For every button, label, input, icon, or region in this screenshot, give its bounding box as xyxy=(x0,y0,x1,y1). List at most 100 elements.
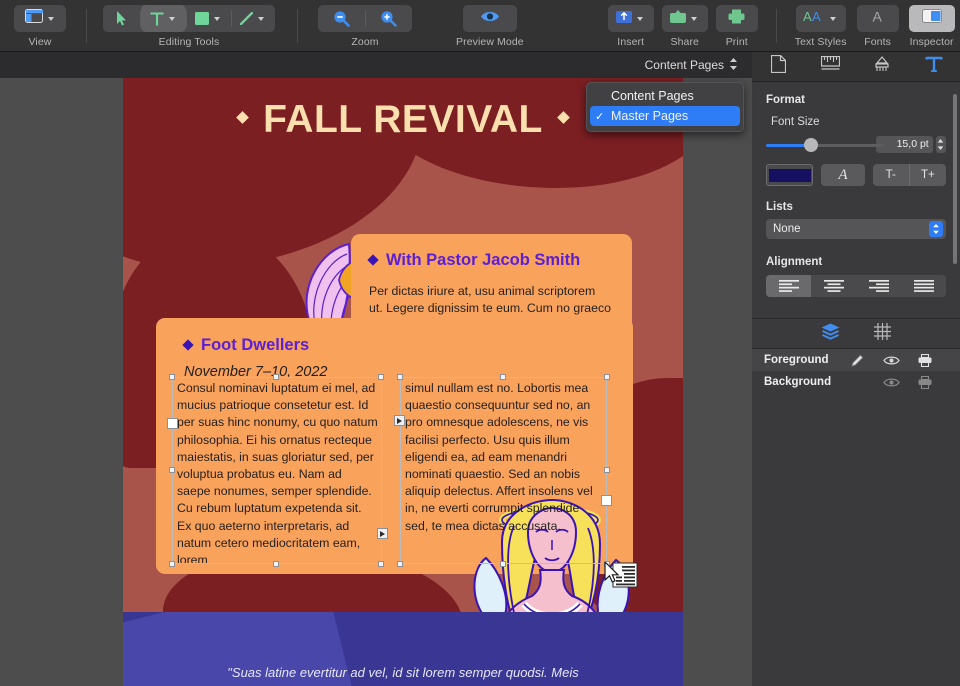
inspector-tab-text[interactable] xyxy=(917,55,951,79)
grid-icon xyxy=(874,322,891,344)
alignment-group xyxy=(766,275,946,297)
pastor-card-heading: With Pastor Jacob Smith xyxy=(386,251,581,269)
zoom-out-icon[interactable] xyxy=(318,5,365,32)
italic-button[interactable]: A xyxy=(821,164,865,186)
preview-mode-button[interactable] xyxy=(462,5,517,32)
chevron-down-icon xyxy=(47,16,54,21)
layer-row-background[interactable]: Background xyxy=(752,371,960,393)
fonts-icon: A xyxy=(871,9,885,28)
page-selector-label: Content Pages xyxy=(644,58,724,72)
align-justify-button[interactable] xyxy=(901,275,946,297)
toolbar-group-share: Share xyxy=(661,0,708,48)
print-button[interactable] xyxy=(715,5,758,32)
chevron-down-icon xyxy=(691,16,698,21)
chevron-down-icon xyxy=(168,16,175,21)
line-tool-icon[interactable] xyxy=(232,5,275,32)
zoom-in-icon[interactable] xyxy=(365,5,412,32)
resize-handle[interactable] xyxy=(604,467,610,473)
poster-footer[interactable]: "Suas latine evertitur ad vel, id sit lo… xyxy=(123,612,683,686)
resize-handle[interactable] xyxy=(604,374,610,380)
inspector-tab-style[interactable] xyxy=(865,55,899,79)
toolbar-label-inspector: Inspector xyxy=(909,36,954,48)
eye-icon[interactable] xyxy=(874,355,908,366)
increase-font-button[interactable]: T+ xyxy=(910,164,946,186)
font-size-input[interactable]: 15,0 pt xyxy=(876,136,933,153)
chevron-down-icon xyxy=(258,16,265,21)
resize-handle[interactable] xyxy=(500,561,506,567)
brush-icon xyxy=(873,55,891,78)
font-size-slider[interactable] xyxy=(766,137,884,152)
shape-tool-icon[interactable] xyxy=(187,5,231,32)
chevron-updown-icon xyxy=(729,57,738,74)
arrow-select-icon[interactable] xyxy=(103,5,140,32)
text-format-icon xyxy=(925,56,943,78)
view-button[interactable] xyxy=(14,5,66,32)
inspector-icon xyxy=(921,9,942,28)
lists-select[interactable]: None xyxy=(766,219,946,239)
document-icon xyxy=(770,54,786,78)
pencil-icon[interactable] xyxy=(840,354,874,367)
toolbar-label-editing-tools: Editing Tools xyxy=(158,36,220,48)
text-styles-icon: A A xyxy=(803,9,825,28)
slider-knob[interactable] xyxy=(804,137,818,152)
toolbar-group-editing-tools: Editing Tools xyxy=(103,0,275,48)
font-size-stepper[interactable] xyxy=(935,136,946,153)
selection-frame-left[interactable] xyxy=(172,377,382,564)
layer-row-foreground[interactable]: Foreground xyxy=(752,349,960,371)
text-styles-button[interactable]: A A xyxy=(795,5,846,32)
inspector-tab-layout[interactable] xyxy=(813,55,847,79)
resize-handle[interactable] xyxy=(169,561,175,567)
page-selector-button[interactable]: Content Pages xyxy=(645,57,738,74)
menu-item-content-pages[interactable]: Content Pages xyxy=(590,86,740,106)
resize-handle[interactable] xyxy=(500,374,506,380)
event-card-heading-row: Foot Dwellers xyxy=(182,336,633,355)
eye-icon[interactable] xyxy=(874,377,908,388)
align-center-button[interactable] xyxy=(811,275,856,297)
text-flow-in-handle[interactable] xyxy=(394,415,405,426)
toolbar-group-preview-mode: Preview Mode xyxy=(456,0,524,48)
toolbar-label-view: View xyxy=(28,36,52,48)
text-flow-out-handle[interactable] xyxy=(377,528,388,539)
decrease-font-button[interactable]: T- xyxy=(873,164,909,186)
page-selector-bar: Content Pages xyxy=(0,52,752,78)
grid-tab[interactable] xyxy=(874,322,891,345)
resize-handle[interactable] xyxy=(169,374,175,380)
resize-handle[interactable] xyxy=(378,561,384,567)
inspector-scrollbar[interactable] xyxy=(953,94,957,264)
resize-handle[interactable] xyxy=(273,561,279,567)
inspector-button[interactable] xyxy=(908,5,955,32)
resize-handle-active[interactable] xyxy=(601,495,612,506)
resize-handle[interactable] xyxy=(397,561,403,567)
resize-handle[interactable] xyxy=(397,374,403,380)
resize-handle[interactable] xyxy=(273,374,279,380)
lists-label: Lists xyxy=(766,201,793,213)
share-button[interactable] xyxy=(661,5,708,32)
main-toolbar: View Editing Tools Zoom Preview Mode Ins… xyxy=(0,0,960,52)
check-icon: ✓ xyxy=(595,110,605,123)
text-tool-icon[interactable] xyxy=(141,5,186,32)
align-left-button[interactable] xyxy=(766,275,811,297)
layers-panel: Foreground Background xyxy=(752,318,960,686)
svg-text:A: A xyxy=(812,9,821,23)
fonts-button[interactable]: A xyxy=(856,5,899,32)
resize-handle[interactable] xyxy=(169,467,175,473)
toolbar-group-print: Print xyxy=(715,0,758,48)
text-color-swatch[interactable] xyxy=(766,164,814,186)
font-size-label: Font Size xyxy=(771,116,820,128)
resize-handle-active[interactable] xyxy=(167,418,178,429)
menu-item-master-pages[interactable]: ✓ Master Pages xyxy=(590,106,740,126)
selection-frame-right[interactable] xyxy=(400,377,607,564)
eye-icon xyxy=(480,10,500,28)
insert-button[interactable] xyxy=(607,5,654,32)
printer-icon[interactable] xyxy=(908,353,942,367)
canvas-workspace[interactable]: FALL REVIVAL With Pastor Jacob Smith Per… xyxy=(0,78,752,686)
align-right-button[interactable] xyxy=(856,275,901,297)
poster-page[interactable]: FALL REVIVAL With Pastor Jacob Smith Per… xyxy=(123,78,683,686)
toolbar-label-fonts: Fonts xyxy=(864,36,891,48)
resize-handle[interactable] xyxy=(378,374,384,380)
printer-icon[interactable] xyxy=(908,375,942,389)
layers-tab[interactable] xyxy=(821,323,840,345)
toolbar-group-text-styles: A A Text Styles xyxy=(795,0,847,48)
inspector-tab-document[interactable] xyxy=(761,54,795,79)
diamond-icon xyxy=(182,338,194,351)
